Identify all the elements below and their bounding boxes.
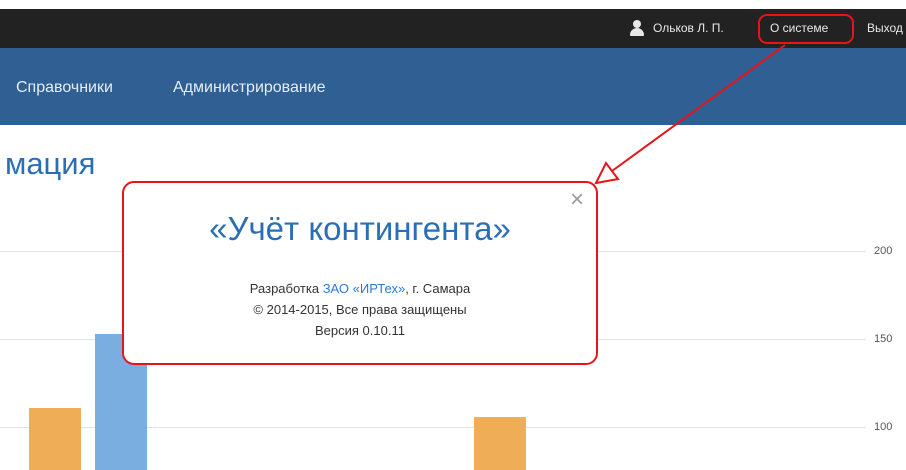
copyright-line: © 2014-2015, Все права защищены [253,302,467,317]
user-icon [630,20,644,36]
tick-label: 100 [874,421,893,433]
chart-bar [29,408,81,470]
version-line: Версия 0.10.11 [315,323,405,338]
page-title: мация [5,146,96,181]
nav-item-directories[interactable]: Справочники [16,48,113,125]
tick-label: 200 [874,245,893,257]
developer-line: Разработка ЗАО «ИРТех», г. Самара [124,278,596,299]
user-name[interactable]: Ольков Л. П. [653,9,724,48]
dialog-info: Разработка ЗАО «ИРТех», г. Самара © 2014… [124,278,596,341]
nav-item-administration[interactable]: Администрирование [173,48,326,125]
developer-link[interactable]: ЗАО «ИРТех» [323,281,406,296]
about-highlight [758,14,854,44]
tick-label: 150 [874,333,893,345]
chart-bar [474,417,526,470]
logout-link[interactable]: Выход [867,9,903,48]
main-navbar: Справочники Администрирование [0,48,906,125]
about-dialog: × «Учёт контингента» Разработка ЗАО «ИРТ… [122,181,598,365]
dialog-title: «Учёт контингента» [209,210,511,247]
developer-prefix: Разработка [249,281,323,296]
developer-suffix: , г. Самара [405,281,471,296]
